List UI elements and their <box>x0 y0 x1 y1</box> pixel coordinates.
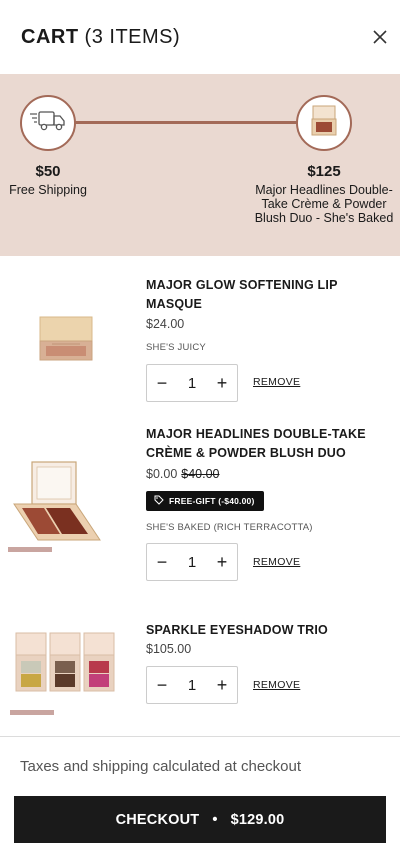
remove-button[interactable]: REMOVE <box>253 556 300 568</box>
checkout-total: $129.00 <box>230 811 285 828</box>
cart-title-text: CART <box>21 26 79 48</box>
tier-amount-shipping: $50 <box>35 163 61 180</box>
cart-item: MAJOR GLOW SOFTENING LIP MASQUE $24.00 S… <box>0 256 400 416</box>
product-price: $24.00 <box>146 317 184 331</box>
product-variant: SHE'S JUICY <box>146 342 206 353</box>
quantity-value: 1 <box>187 676 197 694</box>
blush-compact-icon <box>307 104 341 143</box>
increase-button[interactable]: + <box>207 667 237 703</box>
free-shipping-progress: $50 Free Shipping $125 Major Headlines D… <box>0 74 400 256</box>
product-name[interactable]: MAJOR HEADLINES DOUBLE-TAKE CRÈME & POWD… <box>146 425 366 463</box>
cart-title: CART (3 ITEMS) <box>21 26 180 49</box>
checkout-button[interactable]: CHECKOUT • $129.00 <box>14 796 386 843</box>
price-value: $0.00 <box>146 467 178 481</box>
product-name[interactable]: MAJOR GLOW SOFTENING LIP MASQUE <box>146 276 366 314</box>
tier-label-gift: Major Headlines Double-Take Crème & Powd… <box>254 183 394 225</box>
quantity-stepper: − 1 + <box>146 666 238 704</box>
quantity-value: 1 <box>187 553 197 571</box>
original-price: $40.00 <box>181 467 220 481</box>
price-value: $105.00 <box>146 642 192 656</box>
decrease-button[interactable]: − <box>147 544 177 580</box>
product-name[interactable]: SPARKLE EYESHADOW TRIO <box>146 621 366 640</box>
tier-marker-gift <box>296 95 352 151</box>
progress-track <box>75 121 297 124</box>
footer-divider <box>0 736 400 737</box>
cart-header: CART (3 ITEMS) <box>0 0 400 74</box>
tier-label-shipping: Free Shipping <box>9 183 87 197</box>
product-variant: SHE'S BAKED (RICH TERRACOTTA) <box>146 522 313 533</box>
increase-button[interactable]: + <box>207 544 237 580</box>
increase-button[interactable]: + <box>207 365 237 401</box>
taxes-note: Taxes and shipping calculated at checkou… <box>20 758 302 775</box>
product-image-lip-masque[interactable] <box>38 316 96 367</box>
product-image-blush-duo[interactable] <box>8 458 108 559</box>
cart-item: MAJOR HEADLINES DOUBLE-TAKE CRÈME & POWD… <box>0 416 400 606</box>
decrease-button[interactable]: − <box>147 667 177 703</box>
quantity-value: 1 <box>187 374 197 392</box>
price-value: $24.00 <box>146 317 185 331</box>
tier-amount-gift: $125 <box>307 163 341 180</box>
tier-marker-shipping <box>20 95 76 151</box>
checkout-label: CHECKOUT <box>115 811 200 828</box>
close-icon[interactable] <box>370 27 390 47</box>
quantity-stepper: − 1 + <box>146 543 238 581</box>
free-gift-badge: FREE-GIFT (-$40.00) <box>146 491 264 511</box>
free-gift-text: FREE-GIFT (-$40.00) <box>169 496 255 506</box>
truck-icon <box>29 109 67 138</box>
tag-icon <box>154 495 164 507</box>
product-price: $0.00 $40.00 <box>146 467 220 481</box>
decrease-button[interactable]: − <box>147 365 177 401</box>
product-image-eyeshadow-trio[interactable] <box>10 630 120 725</box>
checkout-separator: • <box>212 811 218 828</box>
cart-item-count: (3 ITEMS) <box>84 26 181 48</box>
quantity-stepper: − 1 + <box>146 364 238 402</box>
remove-button[interactable]: REMOVE <box>253 376 300 388</box>
product-price: $105.00 <box>146 642 191 656</box>
remove-button[interactable]: REMOVE <box>253 679 300 691</box>
cart-item: SPARKLE EYESHADOW TRIO $105.00 − 1 + REM… <box>0 606 400 736</box>
